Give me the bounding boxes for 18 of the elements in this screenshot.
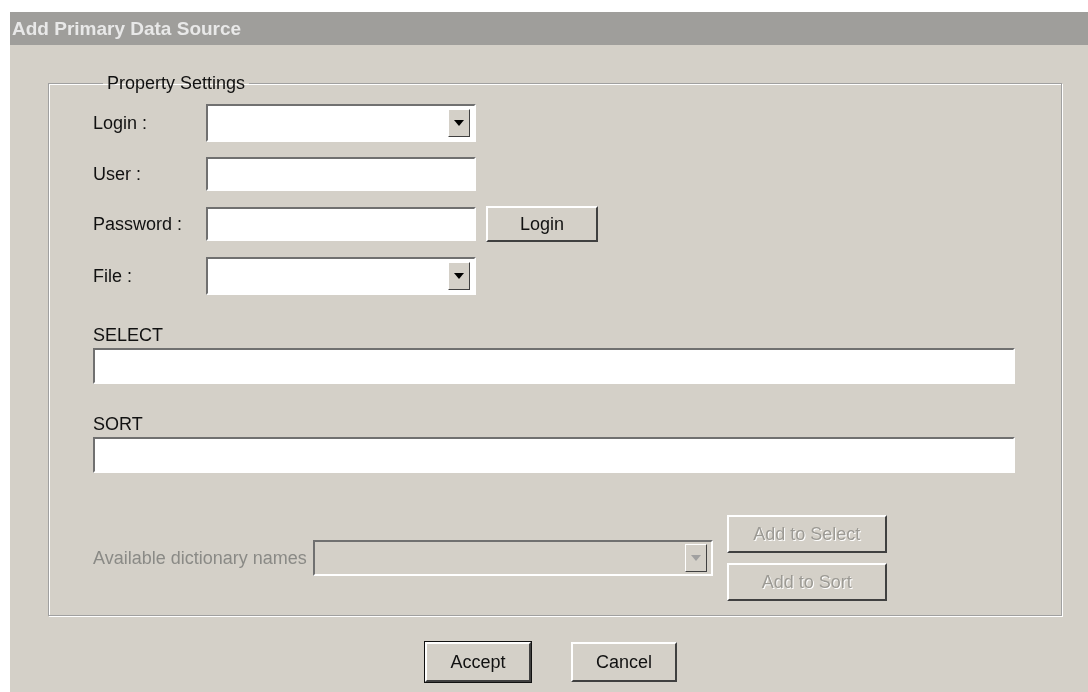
input-field[interactable] bbox=[93, 437, 1015, 473]
window-title: Add Primary Data Source bbox=[10, 12, 1088, 45]
field-label: Available dictionary names bbox=[93, 547, 307, 569]
input-field[interactable] bbox=[93, 348, 1015, 384]
dropdown-field[interactable] bbox=[206, 257, 476, 295]
field-label: SELECT bbox=[93, 325, 165, 346]
input-field[interactable] bbox=[206, 207, 476, 241]
group-title: Property Settings bbox=[106, 73, 247, 94]
field-label: SORT bbox=[93, 414, 144, 435]
field-label: Login : bbox=[93, 112, 149, 134]
field-label: File : bbox=[93, 265, 133, 287]
field-label: User : bbox=[93, 163, 142, 185]
input-field[interactable] bbox=[206, 157, 476, 191]
field-label: Password : bbox=[93, 213, 184, 235]
dropdown-field[interactable] bbox=[206, 104, 476, 142]
dialog-button[interactable]: Accept bbox=[425, 642, 531, 682]
dialog-button[interactable]: Cancel bbox=[571, 642, 677, 682]
login-button[interactable]: Login bbox=[486, 206, 598, 242]
